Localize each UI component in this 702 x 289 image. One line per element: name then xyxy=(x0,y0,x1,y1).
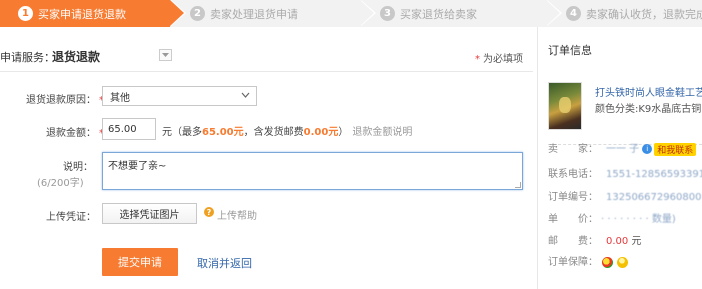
required-note: * 为必填项 xyxy=(475,54,523,65)
product-name-link[interactable]: 打头铁时尚人眼金鞋工艺品香... xyxy=(595,84,702,99)
wangwang-icon[interactable]: i xyxy=(642,144,653,154)
seller-name[interactable]: 一一 子 xyxy=(606,144,639,155)
step-label: 买家退货给卖家 xyxy=(400,7,477,21)
guarantee-row: 订单保障： xyxy=(548,253,628,268)
description-char-count: (6/200字) xyxy=(37,178,84,189)
amount-label: 退款金额：* xyxy=(46,128,104,139)
lightbulb-icon[interactable] xyxy=(617,256,628,268)
order-info-title: 订单信息 xyxy=(548,44,592,57)
service-value: 退货退款 xyxy=(52,50,101,64)
seller-row: 卖 家： 一一 子 i 和我联系 xyxy=(548,140,697,156)
chevron-down-icon xyxy=(162,53,169,57)
step-return-goods: 3 买家退货给卖家 xyxy=(360,0,562,27)
proof-label: 上传凭证： xyxy=(46,212,96,223)
step-label: 买家申请退货退款 xyxy=(38,7,126,21)
order-number-link[interactable]: 1325066729608001 xyxy=(606,192,702,203)
contact-seller-button[interactable]: 和我联系 xyxy=(654,142,697,156)
cancel-return-link[interactable]: 取消并返回 xyxy=(197,255,252,271)
reason-value: 其他 xyxy=(110,92,130,104)
chevron-down-icon xyxy=(241,92,250,98)
amount-hint: 元（最多65.00元，含发货邮费0.00元） 退款金额说明 xyxy=(162,127,413,138)
step-number: 4 xyxy=(566,6,581,21)
submit-button[interactable]: 提交申请 xyxy=(102,248,178,276)
step-apply: 1 买家申请退货退款 xyxy=(0,0,186,27)
service-row: 申请服务： 退货退款 * 为必填项 xyxy=(0,44,533,72)
order-number-row: 订单编号： 1325066729608001 xyxy=(548,188,702,203)
upload-help-link[interactable]: 上传帮助 xyxy=(217,207,257,222)
service-label: 申请服务： xyxy=(0,51,55,64)
step-number: 2 xyxy=(190,6,205,21)
step-label: 卖家处理退货申请 xyxy=(210,7,298,21)
progress-steps: 1 买家申请退货退款 2 卖家处理退货申请 3 买家退货给卖家 4 卖家确认收货… xyxy=(0,0,702,27)
step-number: 1 xyxy=(18,6,33,21)
amount-note-link[interactable]: 退款金额说明 xyxy=(352,127,412,138)
order-info-panel: 订单信息 打头铁时尚人眼金鞋工艺品香... 颜色分类:K9水晶底古铜... 卖 … xyxy=(538,27,702,289)
step-label: 卖家确认收货，退款完成 xyxy=(586,7,702,21)
price-value: · · · · · · · · 数量) xyxy=(601,214,676,225)
product-sku: 颜色分类:K9水晶底古铜... xyxy=(595,104,702,115)
resize-handle[interactable] xyxy=(515,182,521,188)
price-row: 单 价： · · · · · · · · 数量) xyxy=(548,214,676,225)
phone-row: 联系电话： 1551-12856593391- xyxy=(548,165,702,180)
service-dropdown-button[interactable] xyxy=(159,49,172,61)
step-refund-complete: 4 卖家确认收货，退款完成 xyxy=(546,0,702,27)
refund-amount-input[interactable]: 65.00 xyxy=(102,118,156,140)
phone-value: 1551-12856593391- xyxy=(606,169,702,180)
postage-row: 邮 费： 0.00 元 xyxy=(548,236,642,247)
step-seller-process: 2 卖家处理退货申请 xyxy=(170,0,376,27)
guarantee-shield-icon[interactable] xyxy=(602,256,613,268)
postage-value: 0.00 xyxy=(606,236,629,247)
description-textarea[interactable]: 不想要了亲~ xyxy=(102,152,523,190)
description-label: 说明： xyxy=(63,162,93,173)
product-thumbnail[interactable] xyxy=(548,82,582,130)
reason-select[interactable]: 其他 xyxy=(102,86,257,106)
step-number: 3 xyxy=(380,6,395,21)
question-icon[interactable]: ? xyxy=(204,207,214,217)
reason-label: 退货退款原因：* xyxy=(26,95,104,106)
upload-proof-button[interactable]: 选择凭证图片 xyxy=(102,203,197,224)
